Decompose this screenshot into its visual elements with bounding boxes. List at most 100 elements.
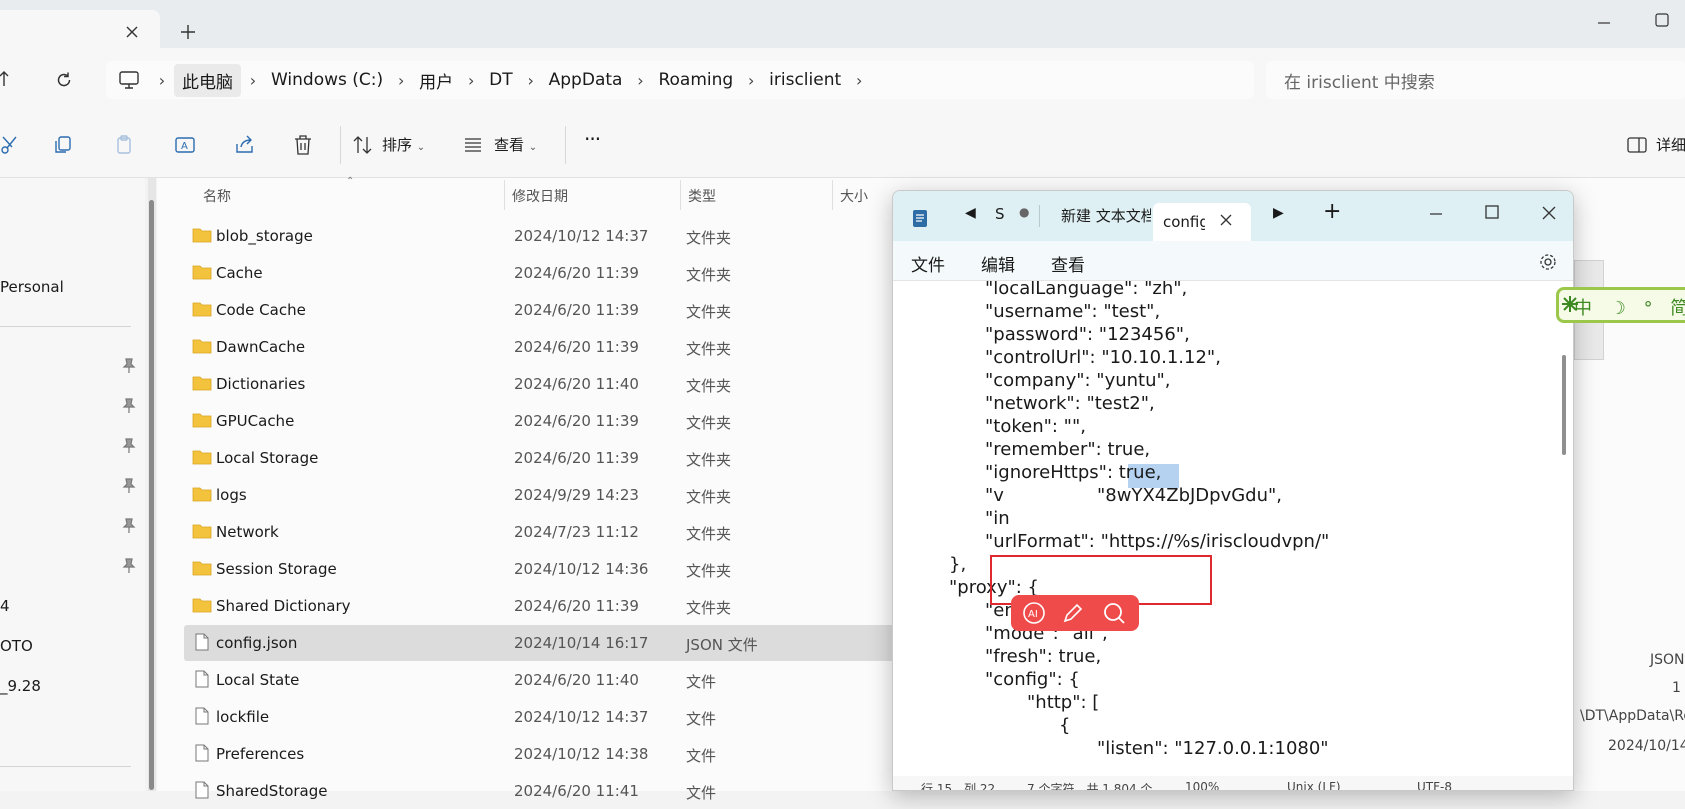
column-header-name[interactable]: 名称 (203, 186, 231, 206)
column-divider[interactable] (504, 180, 505, 210)
crumb-dt[interactable]: DT (483, 70, 518, 90)
maximize-icon[interactable] (1485, 205, 1499, 219)
menu-edit[interactable]: 编辑 (981, 251, 1015, 276)
refresh-icon[interactable] (54, 70, 74, 90)
pin-icon[interactable] (122, 398, 136, 414)
table-row[interactable]: Shared Dictionary 2024/6/20 11:39 文件夹 (184, 588, 914, 624)
column-header-type[interactable]: 类型 (688, 186, 716, 206)
pen-icon[interactable] (1061, 601, 1085, 625)
table-row[interactable]: Local Storage 2024/6/20 11:39 文件夹 (184, 440, 914, 476)
crumb-roaming[interactable]: Roaming (652, 70, 739, 90)
crumb-users[interactable]: 用户 (413, 68, 459, 93)
chevron-right-icon[interactable]: ▶ (1273, 205, 1284, 221)
ime-status-label[interactable]: 中 ☽ ° 简 (1574, 294, 1685, 320)
table-row[interactable]: logs 2024/9/29 14:23 文件夹 (184, 477, 914, 513)
nav-item-4[interactable]: 4 (0, 597, 10, 615)
table-row[interactable]: blob_storage 2024/10/12 14:37 文件夹 (184, 218, 914, 254)
pin-icon[interactable] (122, 438, 136, 454)
pin-icon[interactable] (122, 358, 136, 374)
status-encoding[interactable]: UTF-8 (1417, 780, 1452, 790)
add-tab-button[interactable] (178, 22, 198, 42)
file-name: Local State (216, 671, 300, 689)
chevron-right-icon[interactable]: › (519, 71, 543, 90)
chevron-right-icon[interactable]: › (150, 71, 174, 90)
menu-file[interactable]: 文件 (911, 251, 945, 276)
column-header-size[interactable]: 大小 (840, 186, 868, 206)
maximize-icon[interactable] (1654, 12, 1670, 28)
search-input[interactable]: 在 irisclient 中搜索 (1266, 61, 1685, 99)
sort-icon[interactable] (352, 134, 374, 156)
chevron-right-icon[interactable]: › (739, 71, 763, 90)
table-row[interactable]: GPUCache 2024/6/20 11:39 文件夹 (184, 403, 914, 439)
table-row[interactable]: config.json 2024/10/14 16:17 JSON 文件 (184, 625, 914, 661)
breadcrumb[interactable]: › 此电脑 › Windows (C:) › 用户 › DT › AppData… (106, 61, 1254, 99)
close-icon[interactable] (1541, 205, 1557, 221)
crumb-this-pc[interactable]: 此电脑 (174, 63, 241, 97)
ai-floating-toolbar[interactable]: AI (1011, 595, 1139, 631)
up-arrow-icon[interactable] (0, 70, 16, 88)
menu-view[interactable]: 查看 (1051, 251, 1085, 276)
details-pane-icon[interactable] (1626, 134, 1648, 156)
settings-gear-icon[interactable] (1539, 253, 1557, 271)
table-row[interactable]: Local State 2024/6/20 11:40 文件 (184, 662, 914, 698)
chevron-right-icon[interactable]: › (628, 71, 652, 90)
table-row[interactable]: Network 2024/7/23 11:12 文件夹 (184, 514, 914, 550)
delete-icon[interactable] (292, 134, 314, 156)
nav-item-oto[interactable]: OTO (0, 637, 33, 655)
copy-icon[interactable] (52, 134, 74, 156)
notepad-tab-config[interactable]: config (1153, 203, 1251, 241)
minimize-icon[interactable] (1429, 207, 1443, 221)
chevron-right-icon[interactable]: › (847, 71, 871, 90)
table-row[interactable]: Dictionaries 2024/6/20 11:40 文件夹 (184, 366, 914, 402)
details-button[interactable]: 详细 (1656, 134, 1685, 156)
file-icon (192, 670, 212, 688)
chevron-right-icon[interactable]: › (459, 71, 483, 90)
nav-item-personal[interactable]: Personal (0, 278, 64, 296)
sort-button[interactable]: 排序 ⌄ (382, 134, 425, 156)
chevron-left-icon[interactable]: ◀ (965, 205, 976, 221)
table-row[interactable]: Cache 2024/6/20 11:39 文件夹 (184, 255, 914, 291)
status-zoom[interactable]: 100% (1185, 780, 1219, 790)
pin-icon[interactable] (122, 558, 136, 574)
notepad-tab-new-text[interactable]: 新建 文本文档 (1061, 205, 1151, 226)
close-icon[interactable] (1219, 213, 1233, 227)
pin-icon[interactable] (122, 478, 136, 494)
nav-scrollbar-thumb[interactable] (149, 200, 154, 790)
column-divider[interactable] (832, 180, 833, 210)
cut-icon[interactable] (0, 134, 22, 156)
close-icon[interactable] (122, 22, 142, 42)
add-tab-button[interactable]: + (1323, 199, 1341, 224)
search-icon[interactable] (1101, 601, 1127, 625)
table-row[interactable]: DawnCache 2024/6/20 11:39 文件夹 (184, 329, 914, 365)
crumb-windows-c[interactable]: Windows (C:) (265, 70, 389, 90)
ai-icon[interactable]: AI (1021, 601, 1047, 625)
status-eol[interactable]: Unix (LF) (1287, 780, 1341, 790)
share-icon[interactable] (234, 134, 256, 156)
minimize-icon[interactable] (1596, 14, 1612, 30)
chevron-right-icon[interactable]: › (389, 71, 413, 90)
computer-icon[interactable] (118, 70, 140, 90)
table-row[interactable]: SharedStorage 2024/6/20 11:41 文件 (184, 773, 914, 809)
column-divider[interactable] (680, 180, 681, 210)
file-name: GPUCache (216, 412, 295, 430)
notepad-window[interactable]: ◀ S ● 新建 文本文档 config ▶ + 文件 编辑 查看 "local… (892, 190, 1574, 791)
rename-icon[interactable]: A (174, 134, 196, 156)
column-header-modified[interactable]: 修改日期 (512, 186, 568, 206)
view-button[interactable]: 查看 ⌄ (494, 134, 537, 156)
crumb-appdata[interactable]: AppData (543, 70, 629, 90)
crumb-irisclient[interactable]: irisclient (763, 70, 847, 90)
notepad-editor[interactable]: "localLanguage": "zh", "username": "test"… (893, 281, 1573, 771)
nav-item-928[interactable]: _9.28 (0, 677, 41, 695)
table-row[interactable]: lockfile 2024/10/12 14:37 文件 (184, 699, 914, 735)
pin-icon[interactable] (122, 518, 136, 534)
more-options-button[interactable]: ··· (584, 128, 601, 150)
notepad-tab-s[interactable]: S (995, 205, 1005, 223)
view-icon[interactable] (462, 134, 484, 156)
file-type: 文件夹 (686, 229, 732, 247)
chevron-right-icon[interactable]: › (241, 71, 265, 90)
file-type: 文件夹 (686, 377, 732, 395)
table-row[interactable]: Code Cache 2024/6/20 11:39 文件夹 (184, 292, 914, 328)
table-row[interactable]: Session Storage 2024/10/12 14:36 文件夹 (184, 551, 914, 587)
table-row[interactable]: Preferences 2024/10/12 14:38 文件 (184, 736, 914, 772)
editor-scrollbar[interactable] (1562, 355, 1566, 455)
